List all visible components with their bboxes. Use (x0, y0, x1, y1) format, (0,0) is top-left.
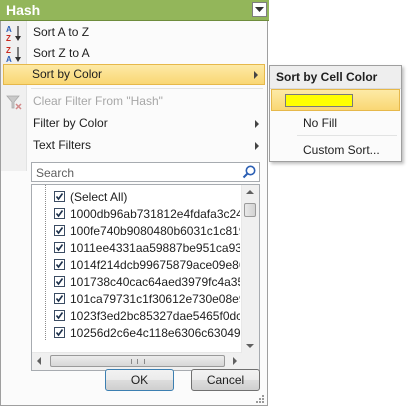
list-item-label: 101ca79731c1f30612e730e08e9856 (70, 292, 240, 306)
filter-dropdown-button[interactable] (252, 2, 267, 17)
list-item-label: 100fe740b9080480b6031c1c81947 (70, 224, 240, 238)
resize-grip-icon[interactable] (255, 394, 265, 404)
scroll-right-arrow-icon[interactable] (233, 357, 237, 365)
scroll-down-arrow-icon[interactable] (246, 344, 254, 348)
list-item[interactable]: 101738c40cac64aed3979fc4a35f77a (54, 274, 240, 291)
checkbox[interactable] (54, 259, 65, 270)
tree-line (45, 185, 46, 340)
list-item-label: 1014f214dcb99675879ace09e86b59 (70, 258, 240, 272)
horizontal-scroll-thumb[interactable] (50, 355, 225, 367)
list-item[interactable]: 101ca79731c1f30612e730e08e9856 (54, 291, 240, 308)
list-item-label: 101738c40cac64aed3979fc4a35f77a (70, 275, 240, 289)
list-item[interactable]: 100fe740b9080480b6031c1c81947 (54, 223, 240, 240)
list-item-label: 1011ee4331aa59887be951ca9372f5 (70, 241, 240, 255)
sort-by-color-submenu: Sort by Cell Color No Fill Custom Sort..… (269, 65, 402, 162)
checkmark-icon (55, 193, 64, 201)
checkbox[interactable] (54, 191, 65, 202)
clear-filter-icon (6, 95, 22, 110)
list-item-label: 1000db96ab731812e4fdafa3c24ff2c (70, 207, 240, 221)
cancel-button[interactable]: Cancel (191, 369, 260, 391)
scroll-left-arrow-icon[interactable] (37, 357, 41, 365)
submenu-arrow-icon (254, 71, 258, 79)
checkbox[interactable] (54, 310, 65, 321)
filter-by-color-item[interactable]: Filter by Color (3, 113, 265, 134)
vertical-scroll-thumb[interactable] (244, 203, 256, 217)
list-item[interactable]: (Select All) (54, 189, 240, 206)
clear-filter-label: Clear Filter From "Hash" (33, 94, 163, 108)
svg-text:Z: Z (6, 46, 11, 55)
checkmark-icon (55, 261, 64, 269)
list-item[interactable]: 1000db96ab731812e4fdafa3c24ff2c (54, 206, 240, 223)
column-header: Hash (0, 0, 269, 21)
checkbox[interactable] (54, 276, 65, 287)
search-box (31, 162, 260, 182)
autofilter-menu: A Z Sort A to Z Z A Sort Z to A Sort by … (0, 21, 268, 406)
sort-z-to-a-label: Sort Z to A (33, 46, 90, 60)
checkmark-icon (55, 278, 64, 286)
search-icon[interactable] (241, 164, 257, 180)
text-filters-item[interactable]: Text Filters (3, 135, 265, 156)
submenu-arrow-icon (255, 142, 259, 150)
filter-by-color-label: Filter by Color (33, 116, 108, 130)
scroll-up-arrow-icon[interactable] (246, 190, 254, 194)
checkmark-icon (55, 312, 64, 320)
sort-descending-icon: Z A (6, 46, 21, 63)
ok-button[interactable]: OK (105, 369, 174, 391)
filter-value-list[interactable]: (Select All) 1000db96ab731812e4fdafa3c24… (31, 184, 260, 371)
sort-z-to-a-item[interactable]: Z A Sort Z to A (3, 43, 265, 64)
column-title: Hash (6, 2, 41, 18)
checkbox[interactable] (54, 293, 65, 304)
custom-sort-item[interactable]: Custom Sort... (303, 143, 380, 157)
svg-text:Z: Z (6, 34, 11, 42)
submenu-arrow-icon (255, 120, 259, 128)
list-item[interactable]: 1011ee4331aa59887be951ca9372f5 (54, 240, 240, 257)
submenu-header: Sort by Cell Color (270, 66, 401, 89)
chevron-down-icon (255, 6, 264, 12)
checkbox[interactable] (54, 208, 65, 219)
list-item[interactable]: 1014f214dcb99675879ace09e86b59 (54, 257, 240, 274)
sort-ascending-icon: A Z (6, 25, 21, 42)
checkmark-icon (55, 329, 64, 337)
sort-by-color-label: Sort by Color (32, 67, 103, 81)
list-item-label: 10256d2c6e4c118e6306c630495578 (70, 326, 240, 340)
no-fill-item[interactable]: No Fill (303, 116, 337, 130)
checkbox[interactable] (54, 242, 65, 253)
sort-a-to-z-label: Sort A to Z (33, 25, 90, 39)
checkmark-icon (55, 227, 64, 235)
checkmark-icon (55, 210, 64, 218)
cell-color-yellow-item[interactable] (271, 89, 400, 111)
checkmark-icon (55, 295, 64, 303)
list-item-label: (Select All) (70, 190, 128, 204)
vertical-scrollbar[interactable] (241, 185, 259, 353)
list-item[interactable]: 10256d2c6e4c118e6306c630495578 (54, 325, 240, 342)
sort-by-color-item[interactable]: Sort by Color (3, 64, 265, 85)
scrollbar-corner (242, 353, 259, 370)
submenu-separator (297, 135, 397, 136)
list-item[interactable]: 1023f3ed2bc85327dae5465f0dcefcb (54, 308, 240, 325)
checkmark-icon (55, 244, 64, 252)
list-item-label: 1023f3ed2bc85327dae5465f0dcefcb (70, 309, 240, 323)
color-swatch (285, 94, 353, 107)
checkbox[interactable] (54, 225, 65, 236)
search-input[interactable] (34, 164, 238, 182)
svg-text:A: A (6, 25, 12, 34)
sort-a-to-z-item[interactable]: A Z Sort A to Z (3, 22, 265, 43)
menu-separator (31, 88, 263, 89)
checkbox[interactable] (54, 327, 65, 338)
submenu-header-label: Sort by Cell Color (276, 70, 378, 84)
grip-icon (131, 359, 145, 364)
horizontal-scrollbar[interactable] (32, 352, 242, 370)
svg-text:A: A (6, 55, 12, 63)
text-filters-label: Text Filters (33, 138, 92, 152)
clear-filter-item[interactable]: Clear Filter From "Hash" (3, 91, 265, 112)
